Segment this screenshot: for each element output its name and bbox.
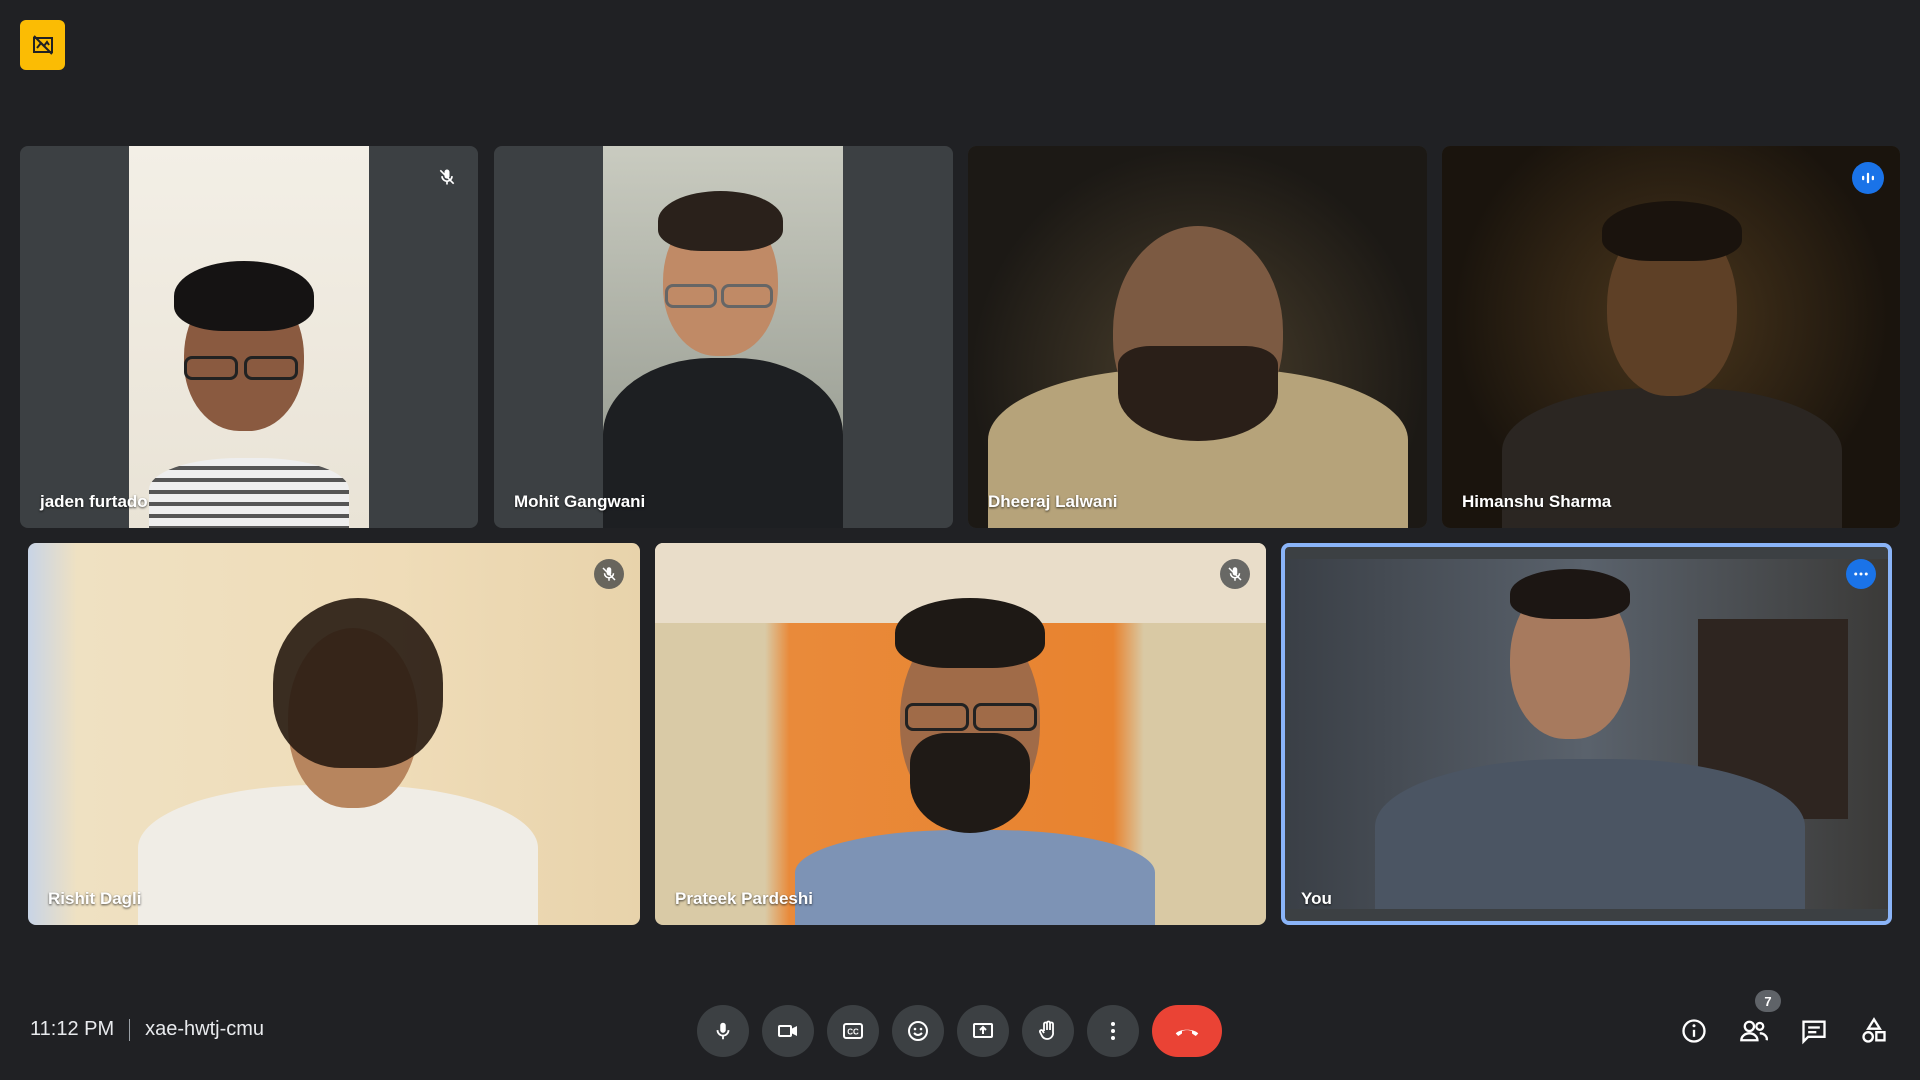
end-call-icon: [1175, 1029, 1199, 1036]
camera-icon: [778, 1025, 797, 1037]
participant-count-badge: 7: [1755, 990, 1781, 1012]
chat-icon: [1802, 1020, 1826, 1045]
recording-badge-icon[interactable]: [20, 20, 65, 70]
mic-button[interactable]: [697, 1005, 749, 1057]
emoji-icon: [908, 1021, 928, 1041]
meeting-time: 11:12 PM: [30, 1018, 115, 1040]
participant-tile[interactable]: Rishit Dagli: [28, 543, 640, 925]
meeting-code: xae-hwtj-cmu: [145, 1018, 265, 1040]
more-options-icon: [1111, 1022, 1115, 1040]
participant-name: Dheeraj Lalwani: [988, 492, 1118, 511]
participant-name: jaden furtado: [40, 492, 148, 511]
raise-hand-button[interactable]: [1022, 1005, 1074, 1057]
participant-tile[interactable]: jaden furtado: [20, 146, 478, 528]
participant-tile[interactable]: Himanshu Sharma: [1442, 146, 1900, 528]
svg-text:CC: CC: [847, 1028, 859, 1037]
captions-icon: CC: [843, 1023, 863, 1039]
people-button[interactable]: [1736, 1013, 1772, 1049]
participant-video: [129, 146, 369, 528]
more-options-icon[interactable]: [1846, 559, 1876, 589]
meeting-details-button[interactable]: [1676, 1013, 1712, 1049]
participant-name: Prateek Pardeshi: [675, 889, 813, 908]
participant-name: Rishit Dagli: [48, 889, 142, 908]
leave-call-button[interactable]: [1152, 1005, 1222, 1057]
chat-button[interactable]: [1796, 1013, 1832, 1049]
present-button[interactable]: [957, 1005, 1009, 1057]
self-video: [1285, 559, 1888, 909]
speaking-indicator-icon: [1852, 162, 1884, 194]
self-tile[interactable]: You: [1281, 543, 1892, 925]
participant-tile[interactable]: Dheeraj Lalwani: [968, 146, 1427, 528]
participant-video: [603, 146, 843, 528]
participant-name: You: [1301, 889, 1332, 908]
reactions-button[interactable]: [892, 1005, 944, 1057]
people-icon: [1740, 1020, 1768, 1042]
muted-mic-icon: [594, 559, 624, 589]
meeting-info: 11:12 PM xae-hwtj-cmu: [30, 1018, 264, 1041]
participant-name: Himanshu Sharma: [1462, 492, 1612, 511]
participant-name: Mohit Gangwani: [514, 492, 646, 511]
muted-mic-icon: [1220, 559, 1250, 589]
participant-video: [968, 146, 1427, 528]
captions-button[interactable]: CC: [827, 1005, 879, 1057]
activities-button[interactable]: [1856, 1013, 1892, 1049]
activities-icon: [1862, 1017, 1886, 1043]
more-options-button[interactable]: [1087, 1005, 1139, 1057]
participant-tile[interactable]: Mohit Gangwani: [494, 146, 953, 528]
participant-video: [28, 543, 640, 925]
camera-button[interactable]: [762, 1005, 814, 1057]
raise-hand-icon: [1039, 1020, 1054, 1040]
participant-tile[interactable]: Prateek Pardeshi: [655, 543, 1266, 925]
participant-video: [655, 543, 1266, 925]
muted-mic-icon: [432, 162, 462, 192]
participant-video: [1442, 146, 1900, 528]
present-screen-icon: [973, 1023, 993, 1038]
info-icon: [1682, 1019, 1706, 1043]
microphone-icon: [716, 1022, 730, 1040]
divider: [129, 1018, 131, 1041]
